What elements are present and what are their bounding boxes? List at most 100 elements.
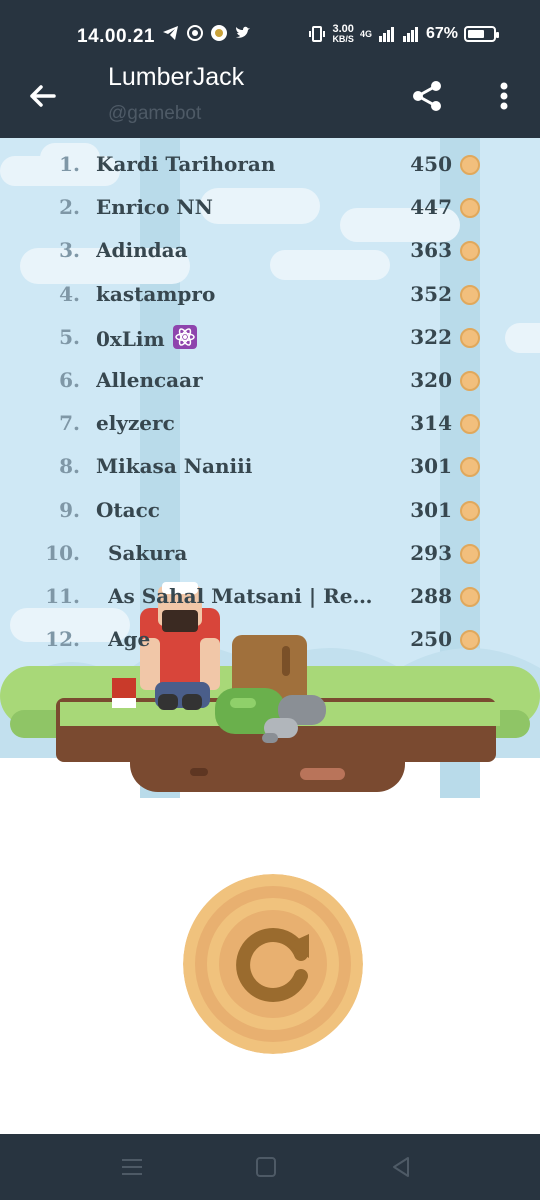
player-name-text: Mikasa Naniii bbox=[96, 454, 253, 479]
network-type: 4G bbox=[359, 29, 372, 39]
player-name: 0xLim bbox=[96, 324, 197, 351]
app-bar: LumberJack @gamebot bbox=[0, 60, 540, 138]
battery-level bbox=[468, 30, 484, 38]
score: 322 bbox=[410, 324, 452, 349]
leaderboard-row: 2. Enrico NN 447 bbox=[0, 184, 540, 227]
player-name-text: Allencaar bbox=[96, 368, 203, 392]
player-name: kastampro bbox=[96, 282, 215, 306]
score: 352 bbox=[410, 281, 452, 306]
player-name-text: Sakura bbox=[108, 540, 188, 565]
coin-icon bbox=[460, 371, 480, 391]
whatsapp-icon bbox=[187, 25, 203, 41]
player-name: Otacc bbox=[96, 498, 160, 522]
back-nav-icon[interactable] bbox=[386, 1152, 416, 1182]
player-name-text: kastampro bbox=[96, 281, 216, 306]
player-name: As Sahal Matsani | Reff... bbox=[108, 584, 388, 608]
score: 301 bbox=[410, 454, 452, 479]
coin-icon bbox=[460, 457, 480, 478]
rank: 2. bbox=[59, 195, 80, 220]
score: 250 bbox=[410, 627, 452, 652]
player-name: Enrico NN bbox=[96, 195, 213, 219]
player-name: Age bbox=[108, 627, 150, 651]
back-arrow-icon[interactable] bbox=[24, 78, 60, 114]
rank: 10. bbox=[45, 540, 80, 565]
leaderboard-row: 5. 0xLim 322 bbox=[0, 314, 540, 357]
coin-icon bbox=[460, 327, 480, 348]
rank: 8. bbox=[59, 454, 80, 479]
leaderboard-row: 6. Allencaar 320 bbox=[0, 357, 540, 400]
share-icon[interactable] bbox=[410, 78, 446, 114]
player-name-text: Enrico NN bbox=[96, 195, 213, 220]
player-name-text: Age bbox=[108, 627, 151, 652]
player-name-text: As Sahal Matsani | Reff... bbox=[108, 584, 388, 608]
rank: 5. bbox=[59, 324, 80, 349]
player-name: Adindaa bbox=[96, 238, 188, 262]
rank: 7. bbox=[59, 411, 80, 436]
telegram-icon bbox=[163, 26, 178, 40]
notification-icons bbox=[162, 24, 252, 42]
signal-icon bbox=[378, 27, 394, 42]
score: 293 bbox=[410, 540, 452, 565]
player-name: Mikasa Naniii bbox=[96, 454, 252, 478]
coin-icon bbox=[460, 500, 480, 521]
signal-2-icon bbox=[402, 27, 418, 42]
twitter-icon bbox=[236, 26, 250, 38]
coin-icon bbox=[460, 155, 480, 175]
coin-icon bbox=[460, 284, 480, 305]
more-vert-icon[interactable] bbox=[490, 78, 518, 114]
rank: 9. bbox=[59, 497, 80, 522]
player-name-text: Otacc bbox=[96, 497, 160, 522]
leaderboard-row: 9. Otacc 301 bbox=[0, 487, 540, 530]
vibrate-icon bbox=[309, 26, 326, 42]
score: 447 bbox=[410, 195, 452, 220]
coin-icon bbox=[460, 241, 480, 262]
status-time: 14.00.21 bbox=[77, 26, 155, 47]
leaderboard-row: 10. Sakura 293 bbox=[0, 530, 540, 573]
score: 288 bbox=[410, 584, 452, 608]
leaderboard-row: 3. Adindaa 363 bbox=[0, 227, 540, 270]
player-name-text: Adindaa bbox=[96, 238, 188, 263]
rank: 11. bbox=[45, 584, 80, 608]
dirt-spot bbox=[190, 768, 208, 776]
app-subtitle: @gamebot bbox=[108, 103, 202, 124]
coin-icon bbox=[460, 587, 480, 607]
net-speed: 3.00 KB/S bbox=[332, 24, 354, 44]
leaderboard-row: 7. elyzerc 314 bbox=[0, 400, 540, 443]
recents-menu-icon[interactable] bbox=[117, 1152, 147, 1182]
player-name-text: Kardi Tarihoran bbox=[96, 152, 276, 176]
rank: 6. bbox=[59, 368, 80, 392]
leaderboard-row: 4. kastampro 352 bbox=[0, 271, 540, 314]
coin-icon bbox=[460, 630, 480, 651]
coin-icon bbox=[460, 414, 480, 435]
navigation-bar bbox=[0, 1134, 540, 1200]
player-name: elyzerc bbox=[96, 411, 175, 435]
home-icon[interactable] bbox=[251, 1152, 281, 1182]
coin-icon bbox=[460, 543, 480, 564]
battery-percent: 67% bbox=[425, 25, 458, 42]
player-name-text: elyzerc bbox=[96, 411, 175, 436]
leaderboard-row: 11. As Sahal Matsani | Reff... 288 bbox=[0, 573, 540, 616]
rank: 1. bbox=[59, 152, 80, 176]
system-status: 3.00 KB/S 4G 67% bbox=[308, 24, 499, 44]
atom-emoji-icon bbox=[172, 324, 197, 349]
score: 301 bbox=[410, 497, 452, 522]
coin-icon bbox=[460, 198, 480, 219]
leaderboard-row: 1. Kardi Tarihoran 450 bbox=[0, 141, 540, 184]
leaderboard-row: 8. Mikasa Naniii 301 bbox=[0, 443, 540, 486]
battery-icon bbox=[464, 26, 499, 42]
player-name: Sakura bbox=[108, 541, 187, 565]
score: 320 bbox=[410, 368, 452, 392]
score: 450 bbox=[410, 152, 452, 176]
score: 363 bbox=[410, 238, 452, 263]
player-name: Allencaar bbox=[96, 368, 203, 392]
game-canvas[interactable]: 1. Kardi Tarihoran 450 2. Enrico NN 447 3. Adin… bbox=[0, 138, 540, 1134]
net-speed-unit: KB/S bbox=[332, 34, 354, 44]
status-bar: 14.00.21 3.00 KB/S 4G 67% bbox=[0, 0, 540, 60]
app-badge-icon bbox=[211, 25, 227, 41]
player-name-text: 0xLim bbox=[96, 326, 165, 351]
leaderboard-row: 12. Age 250 bbox=[0, 616, 540, 659]
score: 314 bbox=[410, 411, 452, 436]
rank: 3. bbox=[59, 238, 80, 263]
restart-button[interactable] bbox=[183, 874, 363, 1054]
app-title: LumberJack bbox=[108, 63, 245, 91]
